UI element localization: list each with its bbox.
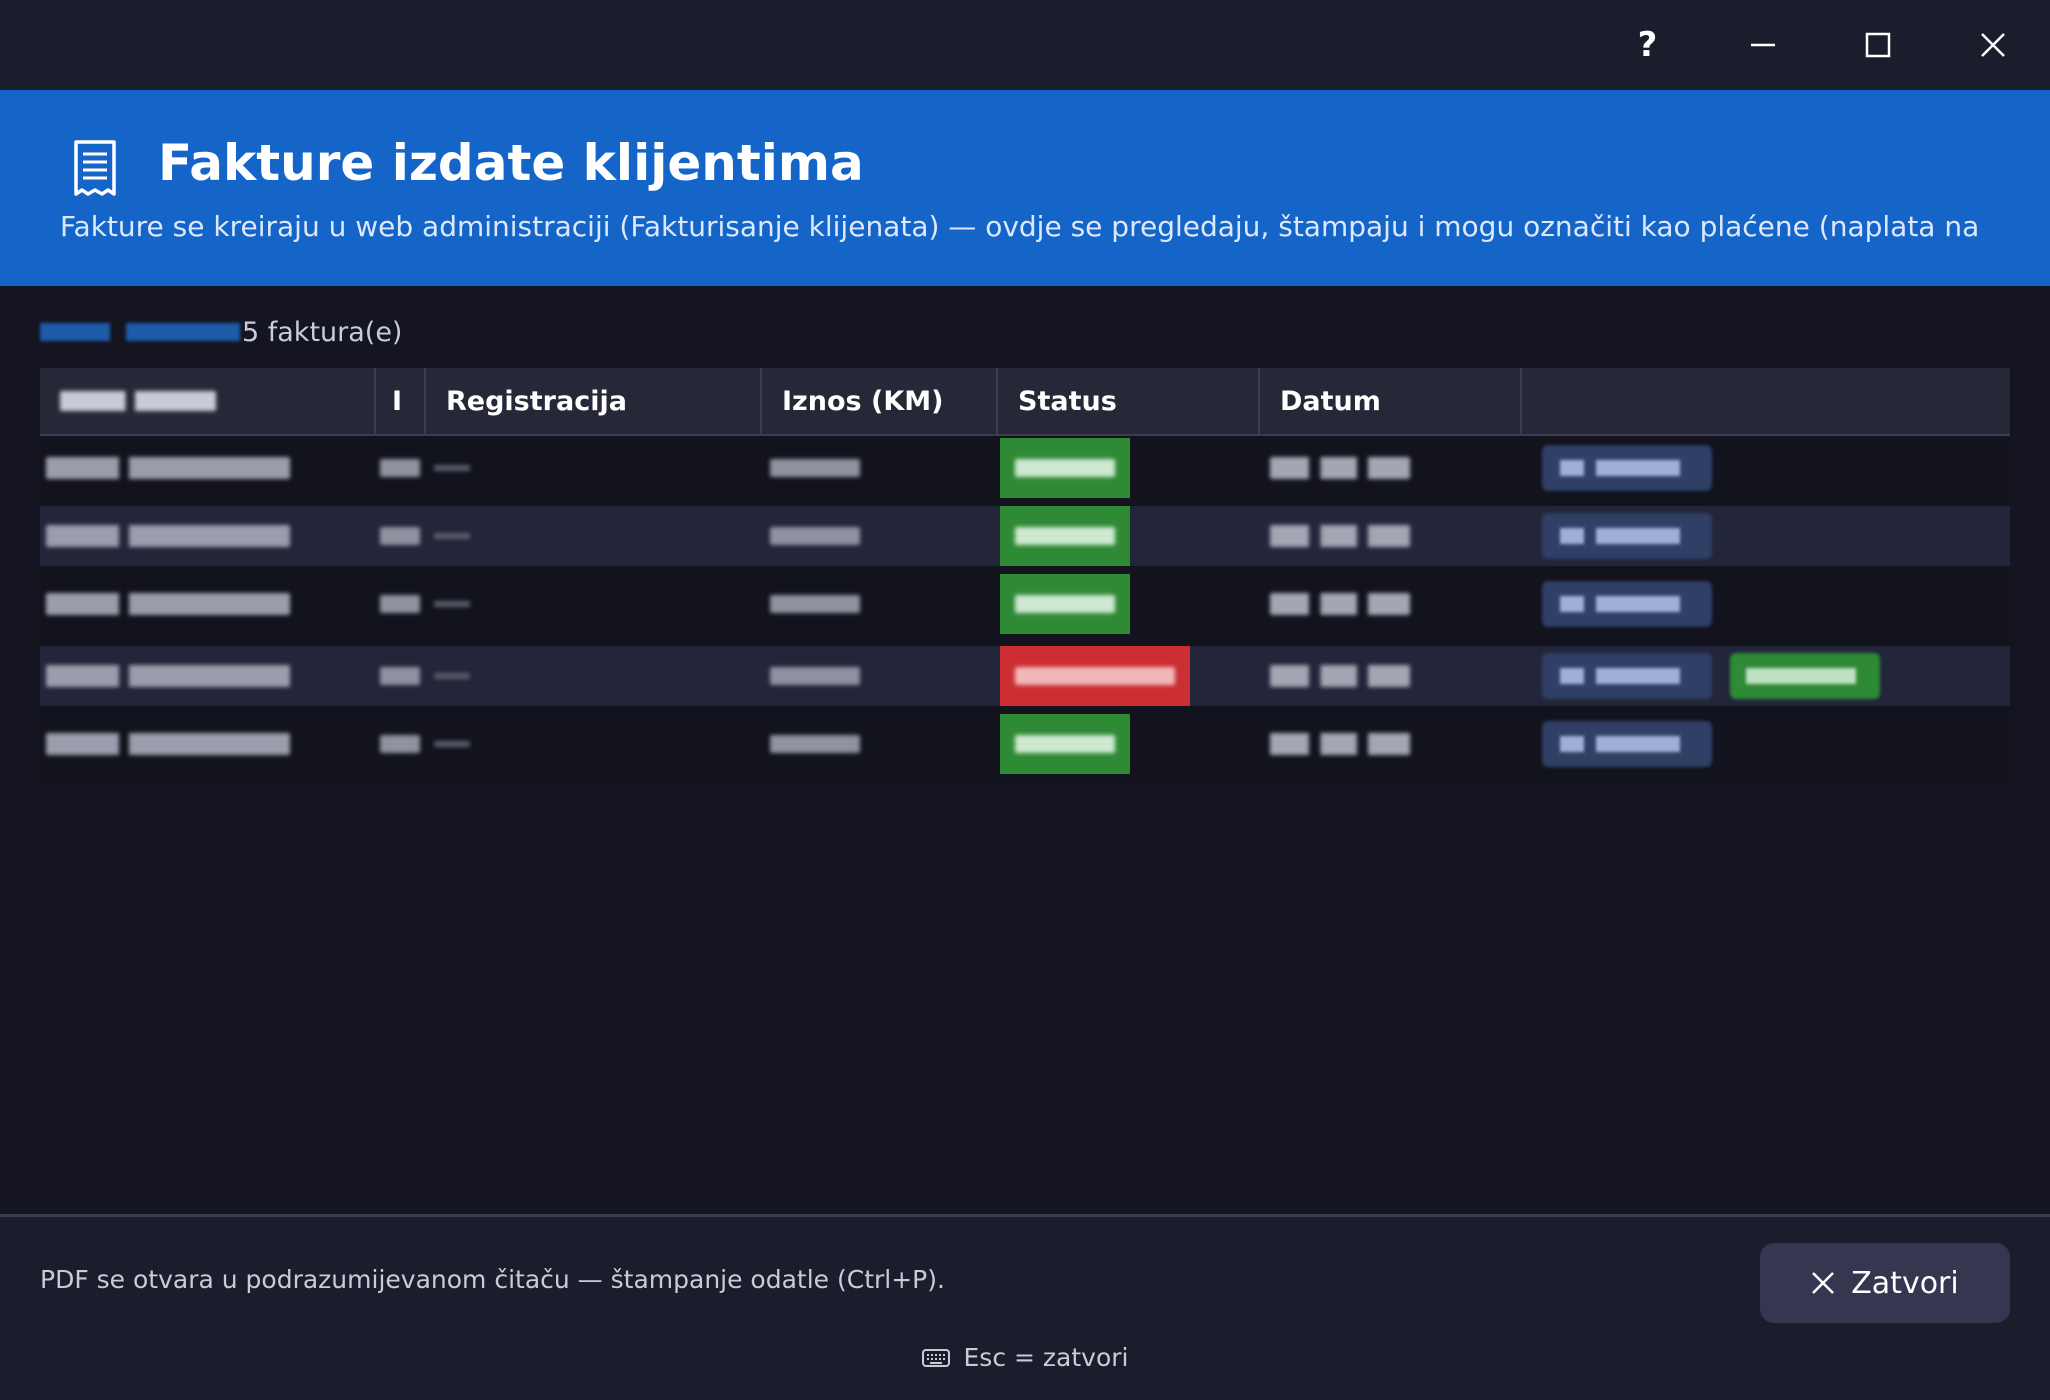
invoice-count-text: 5 faktura(e) <box>242 316 403 348</box>
cell-i <box>380 574 420 634</box>
column-header-actions <box>1522 368 2010 434</box>
cell-registration <box>434 646 470 706</box>
close-icon <box>1812 1272 1835 1294</box>
cell-date <box>1270 714 1410 774</box>
close-button-label: Zatvori <box>1851 1265 1959 1301</box>
cell-amount <box>770 646 860 706</box>
column-header-status[interactable]: Status <box>998 368 1260 434</box>
cell-invoice-number <box>46 574 290 634</box>
status-badge <box>1000 646 1190 706</box>
column-header-iznos[interactable]: Iznos (KM) <box>762 368 998 434</box>
mark-paid-button[interactable] <box>1730 653 1880 699</box>
column-header-invoice-number[interactable] <box>40 368 376 434</box>
open-pdf-button[interactable] <box>1542 513 1712 559</box>
footer: PDF se otvara u podrazumijevanom čitaču … <box>0 1217 2050 1400</box>
cell-invoice-number <box>46 714 290 774</box>
redacted-link[interactable] <box>40 323 240 341</box>
cell-i <box>380 438 420 498</box>
minimize-icon <box>1750 43 1775 47</box>
status-badge <box>1000 714 1130 774</box>
cell-registration <box>434 438 470 498</box>
keyboard-hint-text: Esc = zatvori <box>963 1343 1129 1372</box>
cell-i <box>380 646 420 706</box>
open-pdf-button[interactable] <box>1542 653 1712 699</box>
cell-invoice-number <box>46 506 290 566</box>
cell-date <box>1270 646 1410 706</box>
invoice-count: 5 faktura(e) <box>40 314 402 350</box>
table-row[interactable] <box>40 574 2010 634</box>
open-pdf-button[interactable] <box>1542 581 1712 627</box>
cell-i <box>380 714 420 774</box>
cell-invoice-number <box>46 646 290 706</box>
cell-amount <box>770 574 860 634</box>
cell-registration <box>434 506 470 566</box>
cell-date <box>1270 574 1410 634</box>
keyboard-hint: Esc = zatvori <box>0 1343 2050 1372</box>
cell-amount <box>770 714 860 774</box>
keyboard-icon <box>921 1348 950 1367</box>
table-row[interactable] <box>40 646 2010 706</box>
receipt-icon <box>74 140 116 196</box>
cell-amount <box>770 438 860 498</box>
cell-registration <box>434 714 470 774</box>
cell-status <box>1000 438 1200 498</box>
close-icon <box>1980 33 2005 57</box>
column-header-datum[interactable]: Datum <box>1260 368 1522 434</box>
table-row[interactable] <box>40 506 2010 566</box>
cell-date <box>1270 438 1410 498</box>
status-badge <box>1000 506 1130 566</box>
cell-registration <box>434 574 470 634</box>
redacted-header-text <box>60 391 216 411</box>
page-header: Fakture izdate klijentima Fakture se kre… <box>0 90 2050 286</box>
column-header-registracija[interactable]: Registracija <box>426 368 762 434</box>
window-close-button[interactable] <box>1935 0 2050 90</box>
page-title: Fakture izdate klijentima <box>158 134 864 192</box>
open-pdf-button[interactable] <box>1542 721 1712 767</box>
maximize-button[interactable] <box>1820 0 1935 90</box>
cell-amount <box>770 506 860 566</box>
minimize-button[interactable] <box>1705 0 1820 90</box>
cell-invoice-number <box>46 438 290 498</box>
table-row[interactable] <box>40 438 2010 498</box>
table-row[interactable] <box>40 714 2010 774</box>
help-button[interactable]: ? <box>1590 0 1705 90</box>
table-header: I Registracija Iznos (KM) Status Datum <box>40 368 2010 436</box>
maximize-icon <box>1865 32 1890 58</box>
cell-i <box>380 506 420 566</box>
page-subtitle: Fakture se kreiraju u web administraciji… <box>60 210 1990 243</box>
cell-date <box>1270 506 1410 566</box>
cell-status <box>1000 714 1200 774</box>
close-button[interactable]: Zatvori <box>1760 1243 2010 1323</box>
cell-status <box>1000 646 1200 706</box>
cell-status <box>1000 506 1200 566</box>
status-badge <box>1000 438 1130 498</box>
invoices-table: I Registracija Iznos (KM) Status Datum <box>40 368 2010 786</box>
open-pdf-button[interactable] <box>1542 445 1712 491</box>
title-bar: ? <box>0 0 2050 90</box>
footer-note: PDF se otvara u podrazumijevanom čitaču … <box>40 1265 945 1294</box>
status-badge <box>1000 574 1130 634</box>
cell-status <box>1000 574 1200 634</box>
column-header-i[interactable]: I <box>376 368 426 434</box>
